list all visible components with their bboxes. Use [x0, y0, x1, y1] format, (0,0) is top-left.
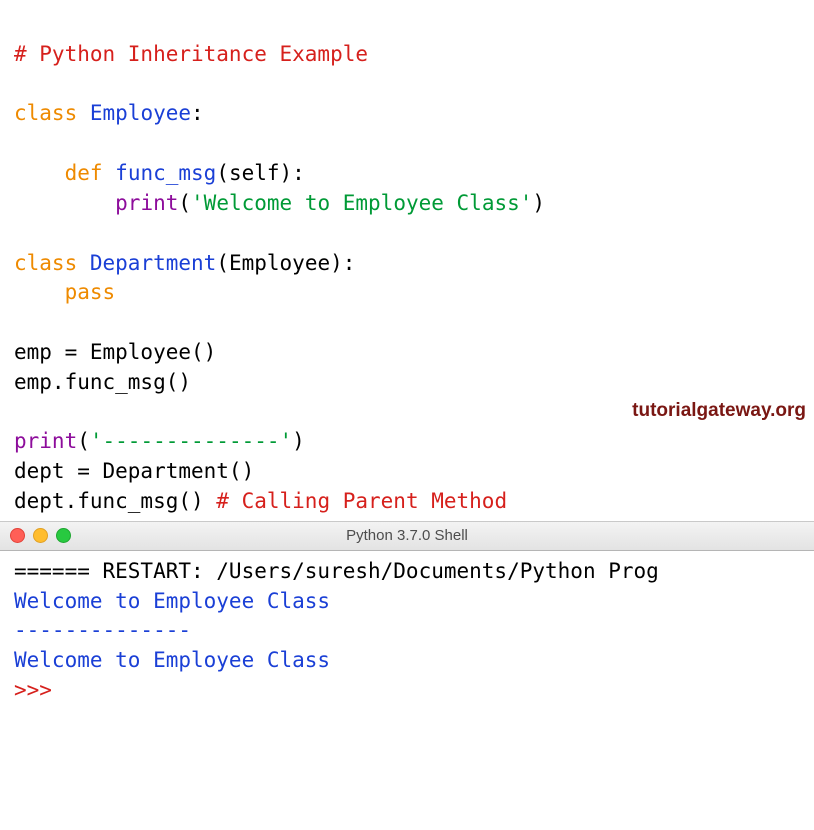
- close-paren: ): [292, 429, 305, 453]
- output-line: --------------: [14, 618, 191, 642]
- code-line: dept.func_msg(): [14, 489, 216, 513]
- string-literal: '--------------': [90, 429, 292, 453]
- open-paren: (: [77, 429, 90, 453]
- builtin-print: print: [115, 191, 178, 215]
- shell-output: ====== RESTART: /Users/suresh/Documents/…: [0, 551, 814, 714]
- colon: :: [191, 101, 204, 125]
- code-editor: # Python Inheritance Example class Emplo…: [0, 0, 814, 521]
- comment-line: # Calling Parent Method: [216, 489, 507, 513]
- keyword-def: def: [65, 161, 103, 185]
- restart-line: ====== RESTART: /Users/suresh/Documents/…: [14, 559, 659, 583]
- code-line: emp.func_msg(): [14, 370, 191, 394]
- watermark: tutorialgateway.org: [632, 398, 806, 425]
- zoom-icon[interactable]: [56, 528, 71, 543]
- keyword-pass: pass: [65, 280, 116, 304]
- code-line: emp = Employee(): [14, 340, 216, 364]
- class-name-department: Department: [90, 251, 216, 275]
- window-controls: [10, 528, 71, 543]
- close-paren: ): [532, 191, 545, 215]
- open-paren: (: [178, 191, 191, 215]
- keyword-class: class: [14, 251, 77, 275]
- shell-titlebar: Python 3.7.0 Shell: [0, 521, 814, 551]
- func-sig: (self):: [216, 161, 305, 185]
- string-literal: 'Welcome to Employee Class': [191, 191, 532, 215]
- code-line: dept = Department(): [14, 459, 254, 483]
- class-name-employee: Employee: [90, 101, 191, 125]
- output-line: Welcome to Employee Class: [14, 589, 330, 613]
- minimize-icon[interactable]: [33, 528, 48, 543]
- class-parent: (Employee):: [216, 251, 355, 275]
- close-icon[interactable]: [10, 528, 25, 543]
- func-name: func_msg: [115, 161, 216, 185]
- shell-prompt[interactable]: >>>: [14, 678, 65, 702]
- output-line: Welcome to Employee Class: [14, 648, 330, 672]
- builtin-print: print: [14, 429, 77, 453]
- keyword-class: class: [14, 101, 77, 125]
- window-title: Python 3.7.0 Shell: [0, 527, 814, 544]
- comment-line: # Python Inheritance Example: [14, 42, 368, 66]
